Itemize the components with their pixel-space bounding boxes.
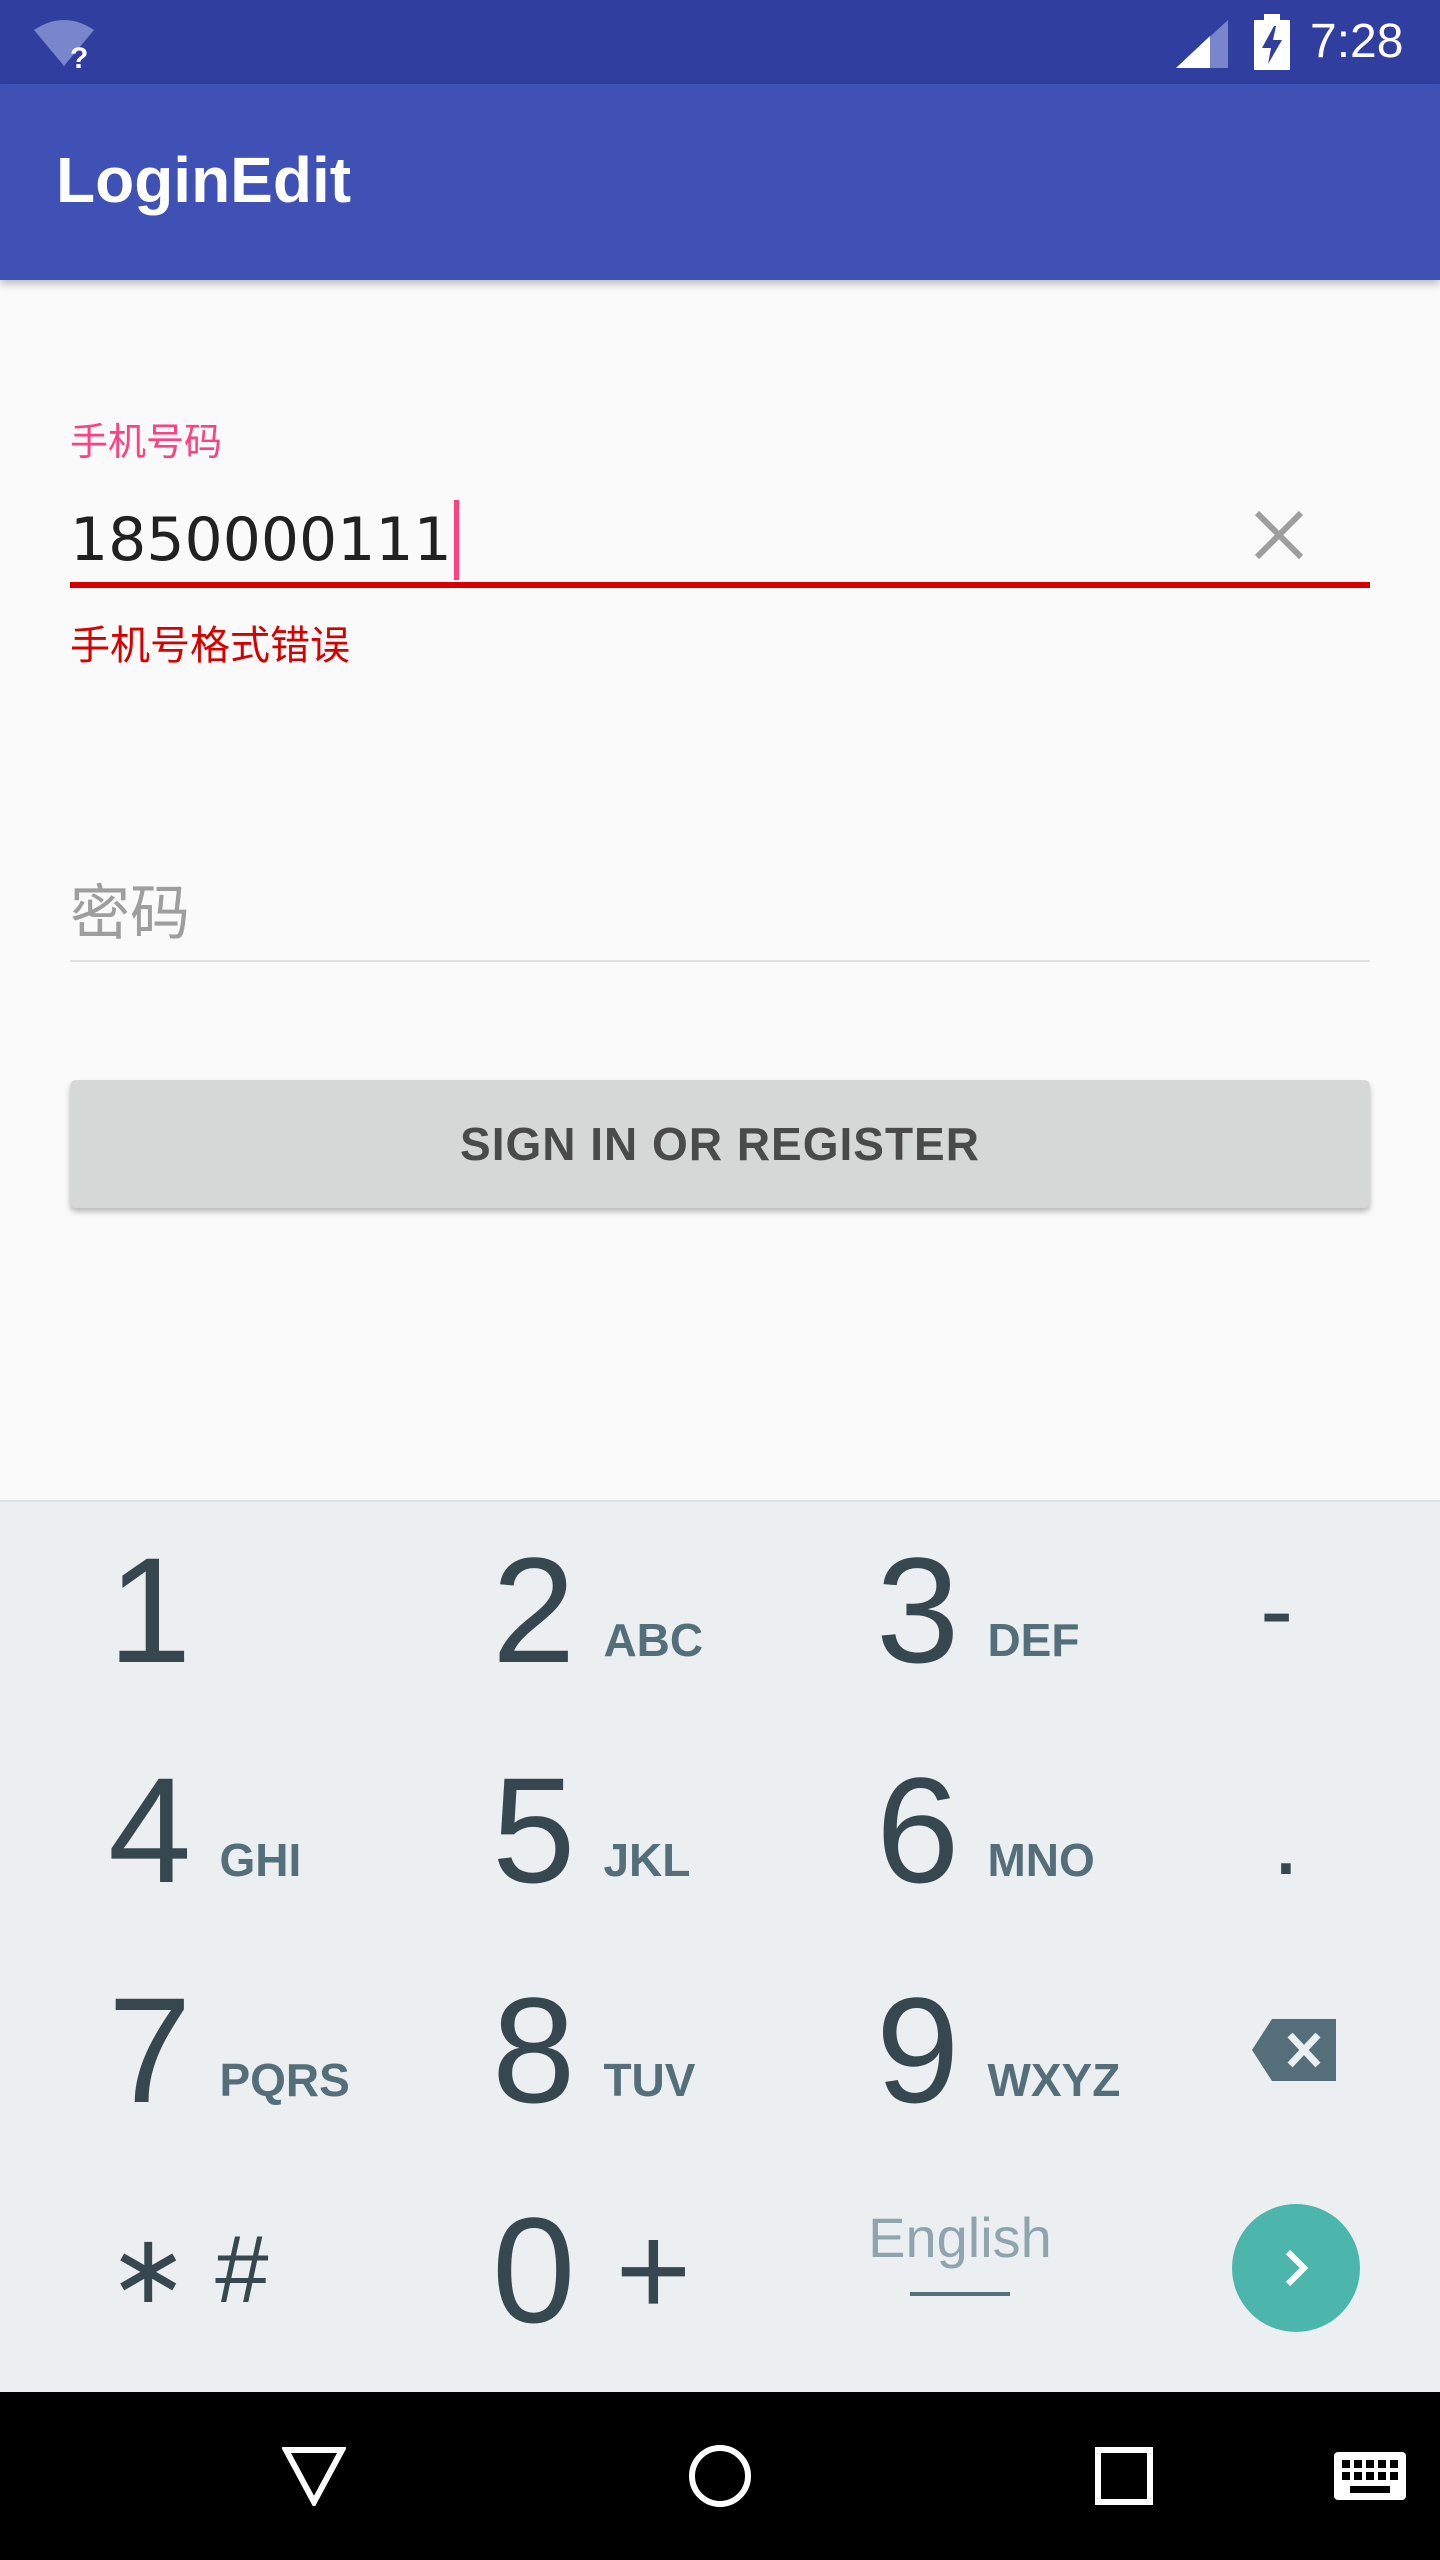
go-button[interactable] [1232,2204,1360,2332]
back-icon[interactable] [282,2446,346,2506]
key-0[interactable]: 0 + [492,2160,852,2380]
password-input[interactable]: 密码 [70,866,1370,962]
status-time: 7:28 [1310,15,1404,68]
battery-charging-icon [1254,14,1290,70]
key-8[interactable]: 8 TUV [492,1940,852,2160]
navigation-bar [0,2392,1440,2560]
key-9[interactable]: 9 WXYZ [876,1940,1236,2160]
status-bar: ? 7:28 [0,0,1440,84]
key-7[interactable]: 7 PQRS [108,1940,468,2160]
phone-floating-label: 手机号码 [70,420,223,464]
clear-button[interactable] [1232,488,1326,582]
key-star-hash[interactable]: ∗ # [108,2160,468,2380]
app-bar: LoginEdit [0,84,1440,280]
svg-text:?: ? [70,42,88,72]
chevron-right-icon [1285,2249,1309,2287]
key-5[interactable]: 5 JKL [492,1720,852,1940]
cell-signal-icon [1176,20,1228,68]
key-2[interactable]: 2 ABC [492,1500,852,1720]
sign-in-button[interactable]: SIGN IN OR REGISTER [70,1080,1370,1208]
key-3[interactable]: 3 DEF [876,1500,1236,1720]
key-4[interactable]: 4 GHI [108,1720,468,1940]
backspace-icon [1252,2019,1336,2081]
phone-input[interactable]: 1850000111 [70,494,1170,586]
home-icon[interactable] [686,2442,754,2510]
key-1[interactable]: 1 [108,1500,468,1720]
key-dash[interactable]: - [1260,1500,1440,1720]
text-cursor [453,500,459,580]
password-input-underline [70,960,1370,962]
wifi-unknown-icon: ? [34,20,94,72]
close-icon [1254,510,1304,560]
phone-error-message: 手机号格式错误 [70,623,350,669]
backspace-key[interactable] [1252,1940,1352,2160]
phone-input-value: 1850000111 [70,505,452,575]
keyboard-icon[interactable] [1334,2452,1406,2500]
key-6[interactable]: 6 MNO [876,1720,1236,1940]
language-indicator [910,2291,1010,2296]
key-dot[interactable]: . [1272,1730,1440,1950]
language-key[interactable]: English [840,2160,1080,2340]
recents-icon[interactable] [1094,2446,1154,2506]
phone-input-underline [70,582,1370,588]
app-title: LoginEdit [56,144,352,216]
